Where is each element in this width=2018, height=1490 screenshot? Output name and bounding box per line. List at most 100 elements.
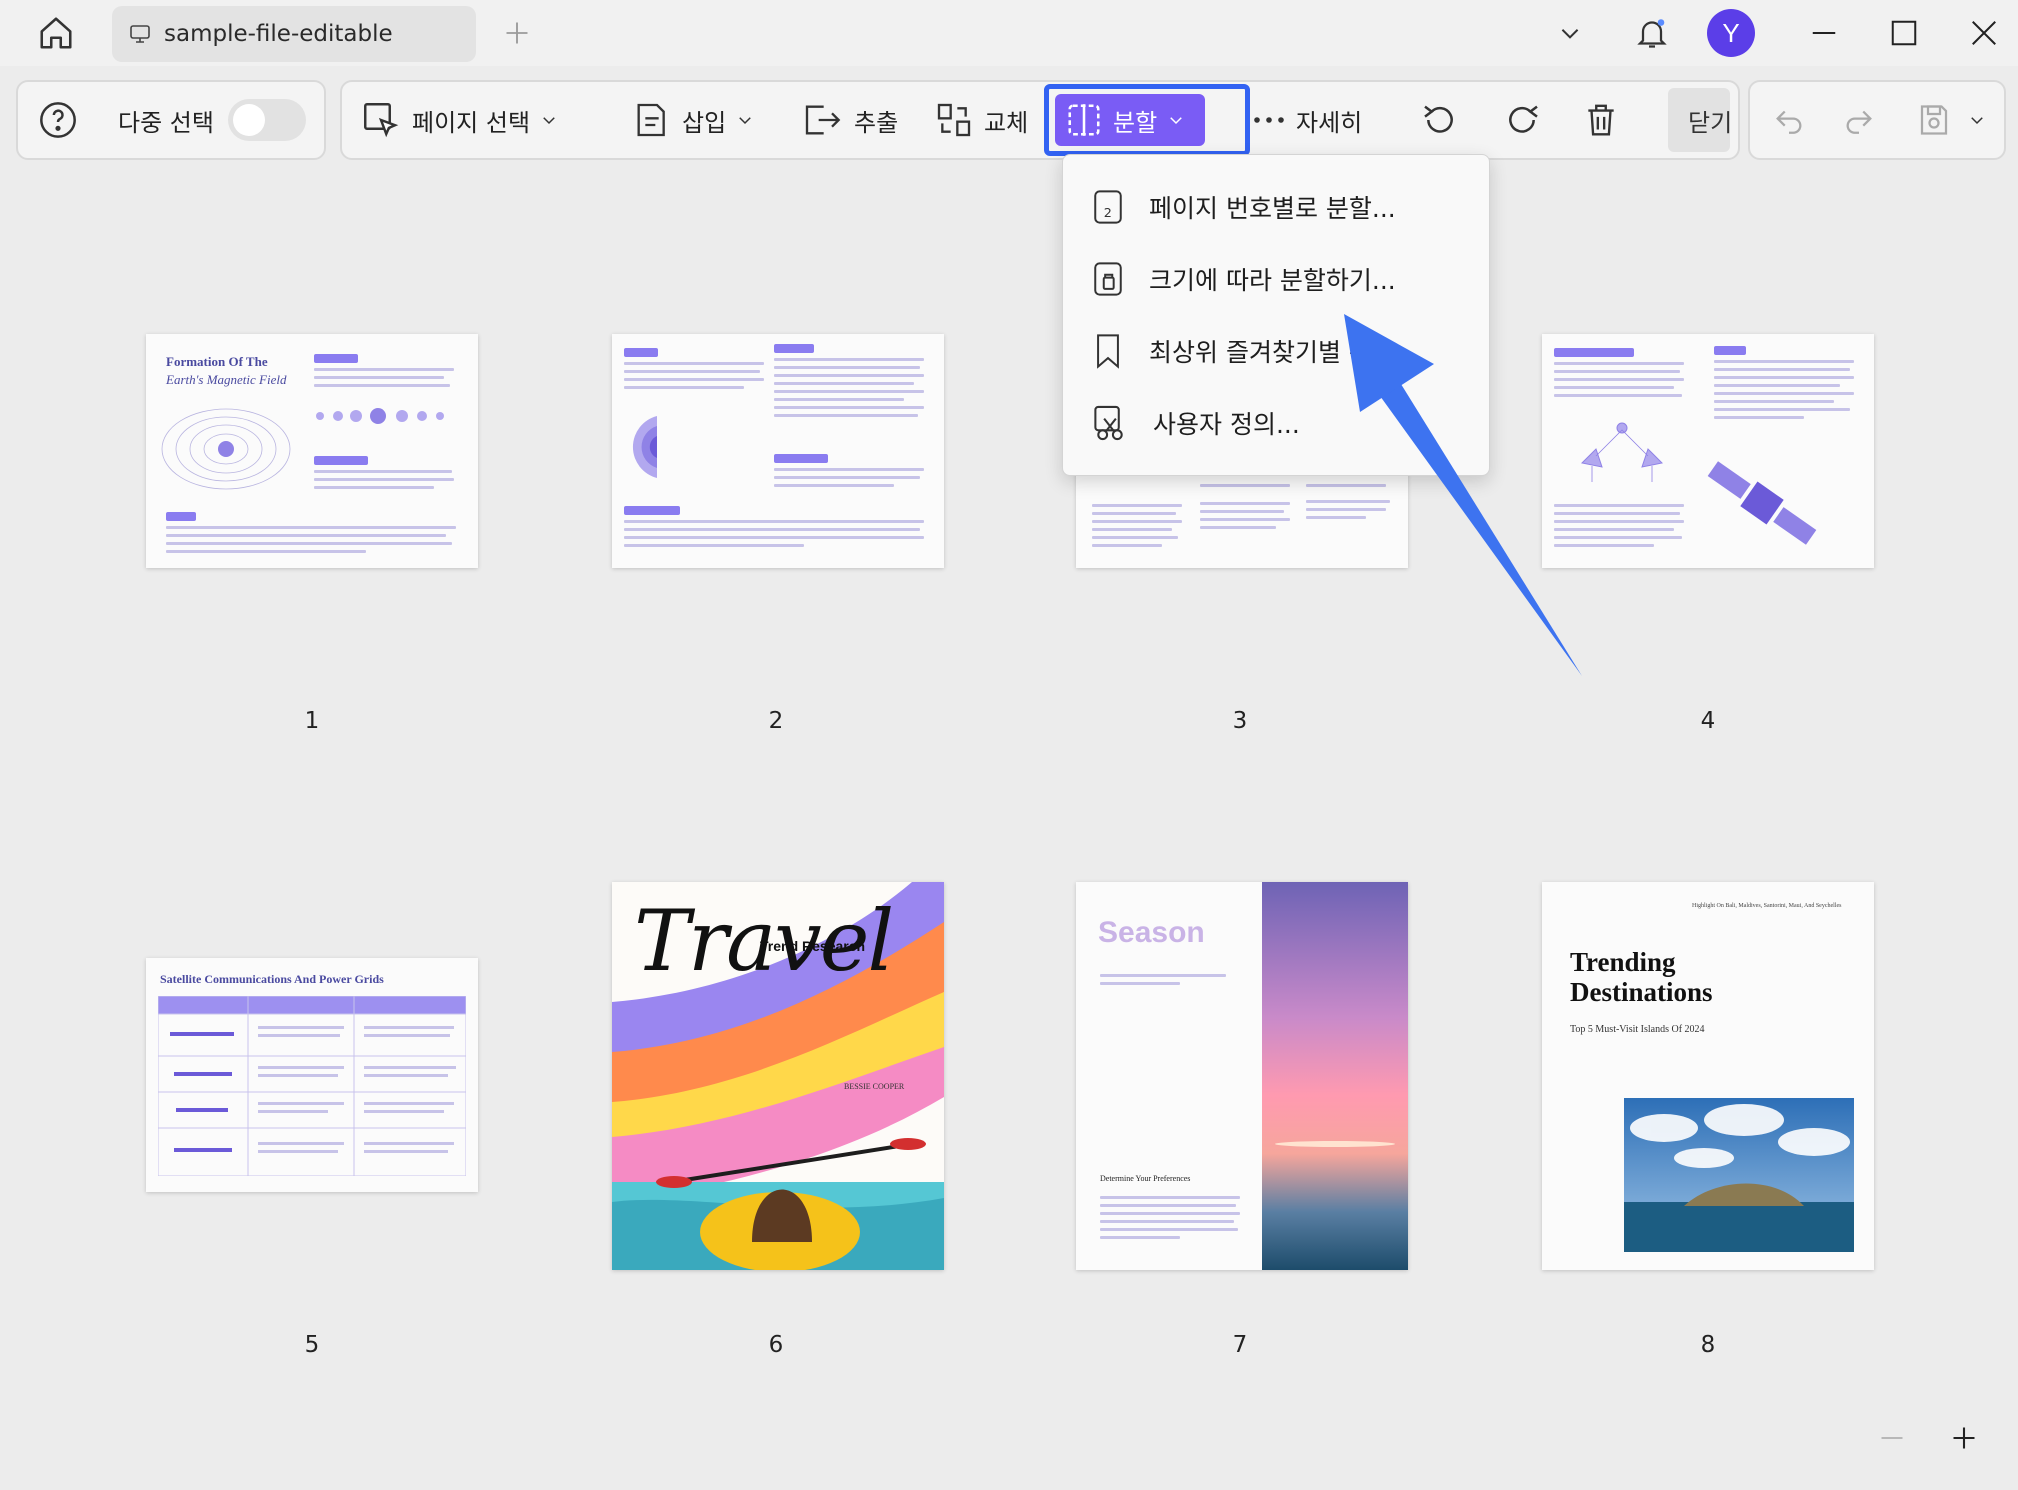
document-tab-title: sample-file-editable — [164, 21, 393, 47]
plus-icon — [1953, 1427, 1975, 1449]
page-7-line — [1100, 1196, 1240, 1199]
redo-button[interactable] — [1842, 82, 1876, 158]
page-4-line — [1554, 528, 1674, 531]
split-button[interactable]: 분할 — [1055, 94, 1205, 146]
close-organize-button[interactable]: 닫기 — [1668, 88, 1730, 152]
page-4-line — [1554, 386, 1674, 389]
save-icon — [1920, 105, 1948, 135]
minimize-button[interactable] — [1802, 8, 1846, 58]
page-2-line — [774, 414, 918, 417]
page-1-line — [314, 368, 454, 371]
zoom-in-button[interactable] — [1944, 1418, 1984, 1458]
page-thumbnail-8[interactable]: Highlight On Bali, Maldives, Santorini, … — [1542, 882, 1874, 1270]
split-label: 분할 — [1113, 108, 1158, 137]
delete-button[interactable] — [1582, 82, 1620, 158]
rotate-right-icon — [1509, 105, 1538, 133]
page-2-chip — [774, 454, 828, 463]
page-3-line — [1306, 500, 1390, 503]
page-3-line — [1092, 520, 1182, 523]
multi-select-toggle[interactable]: 다중 선택 — [118, 82, 306, 158]
page-thumbnail-2[interactable] — [612, 334, 944, 568]
notification-button[interactable] — [1628, 8, 1676, 58]
page-3-line — [1200, 526, 1276, 529]
page-7-line — [1100, 1228, 1238, 1231]
page-2-line — [774, 358, 924, 361]
split-custom-item[interactable]: 사용자 정의... — [1091, 395, 1300, 451]
page-2-line — [624, 536, 924, 539]
user-avatar[interactable]: Y — [1706, 8, 1756, 58]
page-1-title-line1: Formation Of The — [166, 354, 268, 369]
page-2-line — [774, 468, 924, 471]
document-tab-icon — [130, 25, 150, 43]
page-4-chip — [1554, 348, 1634, 357]
maximize-button[interactable] — [1882, 8, 1926, 58]
split-by-bookmark-item[interactable]: 최상위 즐겨찾기별 분할... — [1091, 323, 1419, 379]
page-4-line — [1554, 536, 1682, 539]
split-dropdown-menu: 2 페이지 번호별로 분할... 크기에 따라 분할하기... 최상위 즐겨찾기… — [1062, 154, 1490, 476]
split-by-size-item[interactable]: 크기에 따라 분할하기... — [1091, 251, 1396, 307]
page-2-line — [624, 386, 744, 389]
page-4-line — [1714, 368, 1850, 371]
multi-select-switch[interactable] — [227, 99, 306, 141]
page-number-7: 7 — [1232, 1332, 1248, 1358]
undo-button[interactable] — [1772, 82, 1806, 158]
page-3-line — [1092, 512, 1176, 515]
page-3-line — [1306, 484, 1386, 487]
zoom-out-button[interactable] — [1872, 1418, 1912, 1458]
split-custom-label: 사용자 정의... — [1153, 410, 1300, 439]
page-5-table — [158, 996, 466, 1176]
split-by-page-number-item[interactable]: 2 페이지 번호별로 분할... — [1091, 179, 1396, 235]
undo-icon — [1776, 110, 1802, 134]
page-4-line — [1714, 416, 1804, 419]
close-organize-label: 닫기 — [1688, 108, 1730, 137]
page-6-author: BESSIE COOPER — [844, 1082, 905, 1091]
help-multiselect-group: 다중 선택 — [16, 80, 326, 160]
page-7-line — [1100, 1212, 1240, 1215]
extract-button[interactable]: 추출 — [800, 82, 898, 158]
page-select-button[interactable]: 페이지 선택 — [360, 82, 558, 158]
page-2-line — [774, 398, 904, 401]
page-4-line — [1714, 400, 1834, 403]
maximize-icon — [1891, 20, 1917, 46]
insert-button[interactable]: 삽입 — [632, 82, 754, 158]
save-button[interactable] — [1916, 82, 1986, 158]
file-size-icon — [1094, 262, 1122, 296]
page-2-line — [774, 406, 924, 409]
page-thumbnail-7[interactable]: Season Determine Your Preferences — [1076, 882, 1408, 1270]
page-4-line — [1714, 408, 1850, 411]
rotate-right-button[interactable] — [1502, 82, 1542, 158]
rotate-left-button[interactable] — [1420, 82, 1460, 158]
magnetic-field-illustration — [161, 408, 291, 490]
page-2-line — [624, 544, 804, 547]
page-8-headline-line1: Trending — [1570, 947, 1676, 977]
page-1-line — [166, 526, 456, 529]
page-thumbnail-5[interactable]: Satellite Communications And Power Grids — [146, 958, 478, 1192]
more-button[interactable]: 자세히 — [1252, 82, 1362, 158]
chevron-down-icon — [543, 117, 555, 125]
page-1-line — [314, 478, 454, 481]
page-thumbnail-4[interactable] — [1542, 334, 1874, 568]
tab-list-button[interactable] — [1548, 8, 1592, 58]
page-2-line — [624, 528, 920, 531]
help-button[interactable] — [38, 82, 78, 158]
page-tools-group: 페이지 선택 삽입 추출 교체 자세히 — [340, 80, 1740, 160]
page-thumbnail-6[interactable]: Travel Trend Research BESSIE COOPER — [612, 882, 944, 1270]
page-1-title-line2: Earth's Magnetic Field — [166, 372, 287, 387]
extract-label: 추출 — [854, 108, 899, 137]
new-tab-button[interactable] — [496, 12, 538, 54]
close-window-button[interactable] — [1962, 8, 2006, 58]
minus-icon — [1881, 1437, 1903, 1439]
page-8-subtitle: Top 5 Must-Visit Islands Of 2024 — [1570, 1024, 1705, 1035]
document-tab[interactable]: sample-file-editable — [112, 6, 476, 62]
page-2-line — [624, 362, 764, 365]
history-group — [1748, 80, 2006, 160]
page-2-line — [774, 484, 894, 487]
home-button[interactable] — [30, 10, 82, 56]
page-2-line — [624, 378, 764, 381]
page-4-line — [1714, 360, 1854, 363]
chevron-down-icon — [1971, 117, 1983, 125]
page-1-line — [166, 550, 366, 553]
page-thumbnail-1[interactable]: Formation Of The Earth's Magnetic Field — [146, 334, 478, 568]
replace-button[interactable]: 교체 — [934, 82, 1028, 158]
page-4-line — [1554, 394, 1682, 397]
